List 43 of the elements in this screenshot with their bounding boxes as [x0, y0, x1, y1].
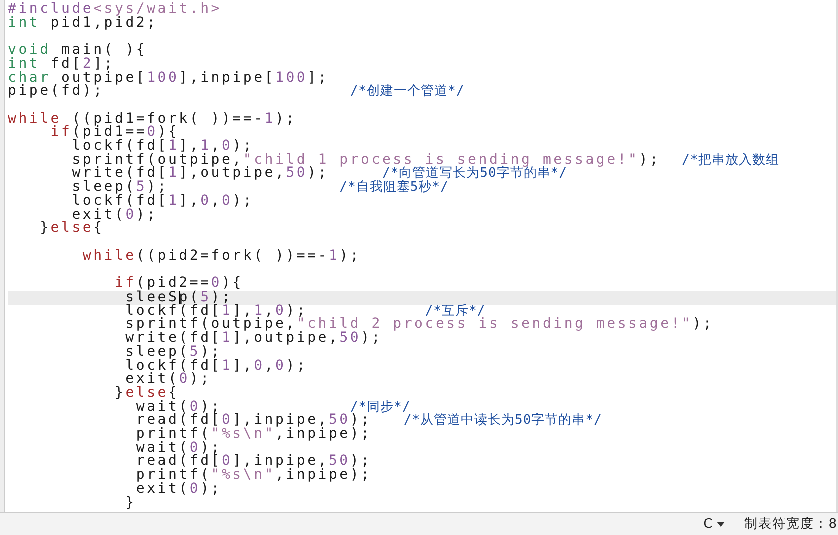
code-comment: /*互斥*/: [425, 304, 486, 318]
code-line: }else{: [114, 386, 180, 401]
language-selector[interactable]: C: [702, 516, 727, 532]
code-line: int fd[2];: [8, 58, 116, 72]
code-comment: /*从管道中读长为50字节的串*/: [404, 414, 602, 428]
code-line: if(pid2==0){: [114, 277, 244, 291]
code-comment: /*自我阻塞5秒*/: [340, 181, 449, 195]
code-line: while ((pid1=fork( ))==-1);: [8, 112, 297, 126]
code-line: }: [124, 496, 136, 510]
code-line: sleep(5);: [71, 181, 170, 195]
code-line: #include<sys/wait.h>: [8, 3, 222, 17]
code-line: int pid1,pid2;: [8, 16, 158, 30]
code-line: sprintf(outpipe,"child 1 process is sending message!");: [71, 154, 662, 168]
caret-icon: [716, 522, 725, 526]
code-line: wait(0);: [135, 400, 223, 414]
code-line: read(fd[0],inpipe,50);: [135, 414, 372, 428]
code-line: pipe(fd);: [8, 85, 104, 99]
code-line: lockf(fd[1],0,0);: [71, 194, 254, 209]
code-line: sprintf(outpipe,"child 2 process is sending message!");: [124, 318, 714, 332]
code-line: if(pid1==0){: [50, 126, 180, 140]
code-comment: /*创建一个管道*/: [350, 85, 465, 99]
code-line: exit(0);: [72, 208, 158, 222]
code-line: while((pid2=fork( ))==-1);: [82, 250, 362, 264]
code-line: write(fd[1],outpipe,50);: [124, 332, 382, 346]
code-line: printf("%s\n",inpipe);: [135, 428, 372, 442]
code-line: write(fd[1],outpipe,50);: [71, 167, 330, 182]
code-line: }else{: [39, 222, 104, 236]
code-line: read(fd[0],inpipe,50);: [135, 455, 372, 470]
code-line: void main( ){: [8, 44, 148, 58]
code-line: sleeS p(5);: [124, 290, 233, 305]
code-comment: /*向管道写长为50字节的串*/: [382, 167, 568, 182]
code-line: exit(0);: [135, 482, 222, 497]
tab-width-selector[interactable]: 制表符宽度：8: [744, 515, 838, 533]
code-comment: /*把串放入数组: [682, 154, 780, 168]
code-line: wait(0);: [135, 442, 222, 456]
code-line: exit(0);: [124, 373, 212, 387]
code-line: lockf(fd[1],1,0);: [124, 304, 308, 318]
code-line: sleep(5);: [124, 346, 222, 360]
code-line: char outpipe[100],inpipe[100];: [8, 72, 330, 86]
code-comment: /*同步*/: [350, 400, 411, 414]
code-line: lockf(fd[1],1,0);: [71, 140, 254, 154]
code-line: lockf(fd[1],0,0);: [124, 360, 308, 374]
code-line: printf("%s\n",inpipe);: [135, 469, 372, 483]
